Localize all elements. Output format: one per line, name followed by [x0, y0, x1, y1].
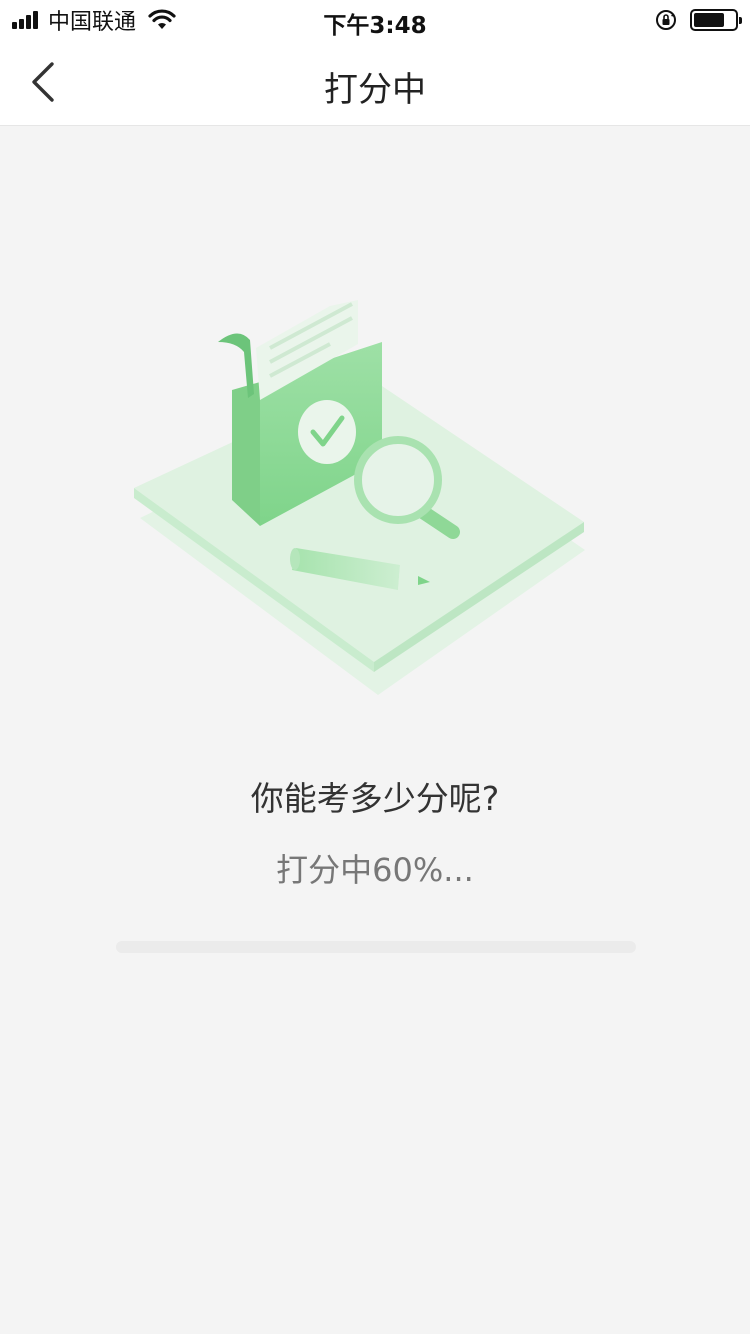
battery-level — [694, 13, 724, 27]
orientation-lock-icon — [656, 10, 676, 30]
nav-bar: 打分中 — [0, 40, 750, 126]
progress-bar — [116, 941, 636, 953]
question-text: 你能考多少分呢? — [250, 779, 500, 818]
battery-icon — [690, 9, 742, 31]
grading-illustration — [134, 300, 585, 695]
status-bar: 中国联通 下午3:48 — [0, 0, 750, 40]
status-right — [654, 8, 742, 32]
progress-label: 打分中60%... — [276, 851, 474, 889]
status-time: 下午3:48 — [323, 13, 427, 39]
page-title: 打分中 — [324, 70, 426, 110]
progress-fill — [116, 941, 428, 953]
